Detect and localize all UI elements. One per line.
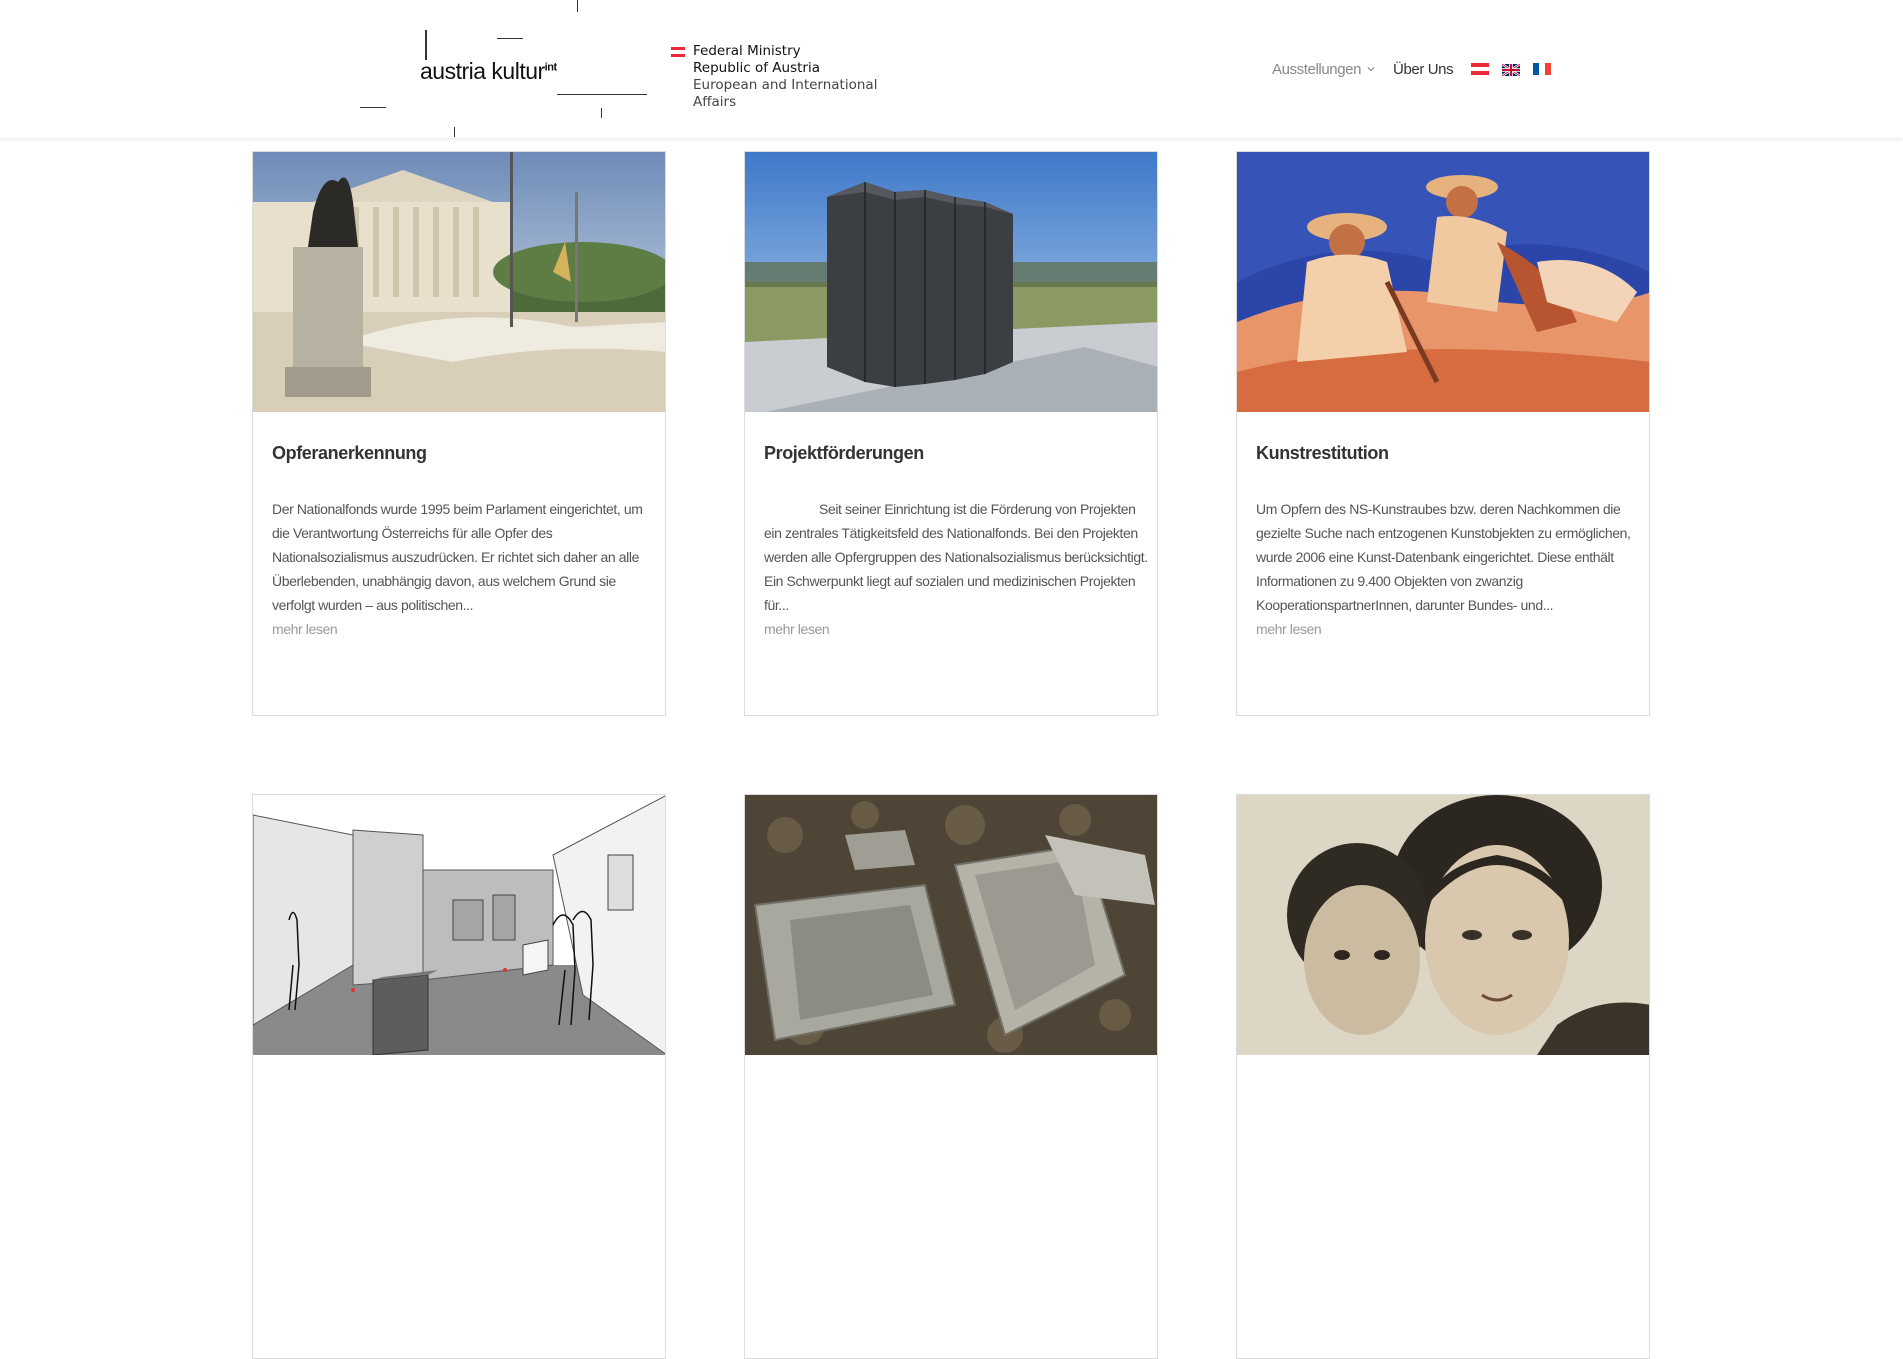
austria-flag-icon [671,47,685,57]
site-logo[interactable]: austria kulturint [355,0,675,138]
logo-line [360,107,386,108]
card-excerpt-text: Um Opfern des NS-Kunstraubes bzw. deren … [1256,501,1631,613]
ministry-line: European and International [693,77,878,93]
logo-line [557,94,647,95]
nav-item-label: Über Uns [1393,60,1454,78]
read-more-link[interactable]: mehr lesen [272,617,657,641]
logo-line [577,0,578,12]
card-excerpt-text: Der Nationalfonds wurde 1995 beim Parlam… [272,501,643,613]
painting-image [1237,152,1649,412]
logo-line [497,38,523,39]
card-excerpt-text: Seit seiner Einrichtung ist die Förderun… [764,501,1148,613]
uk-flag-icon[interactable] [1501,63,1521,77]
card-title[interactable]: Projektförderungen [764,443,924,464]
logo-wordmark: austria kulturint [420,58,557,85]
card-gravestones[interactable] [744,794,1158,1359]
exhibition-sketch-image [253,795,665,1055]
nav-item-ueber-uns[interactable]: Über Uns [1393,60,1454,78]
ministry-line: Federal Ministry [693,43,801,59]
card-title[interactable]: Opferanerkennung [272,443,427,464]
card-opferanerkennung[interactable]: Opferanerkennung Der Nationalfonds wurde… [252,151,666,716]
read-more-link[interactable]: mehr lesen [764,617,1149,641]
card-image[interactable] [745,152,1157,412]
logo-line [454,127,455,137]
card-excerpt: Seit seiner Einrichtung ist die Förderun… [764,497,1149,641]
card-excerpt: Um Opfern des NS-Kunstraubes bzw. deren … [1256,497,1641,641]
card-image[interactable] [253,795,665,1055]
card-portrait[interactable] [1236,794,1650,1359]
card-excerpt: Der Nationalfonds wurde 1995 beim Parlam… [272,497,657,641]
main-nav: Ausstellungen Über Uns [1272,58,1564,80]
austria-flag-icon[interactable] [1471,63,1490,75]
card-image[interactable] [1237,152,1649,412]
card-title[interactable]: Kunstrestitution [1256,443,1389,464]
parliament-image [253,152,665,412]
site-header: austria kulturint Federal Ministry Repub… [0,0,1903,138]
card-image[interactable] [1237,795,1649,1055]
card-image[interactable] [253,152,665,412]
card-projektfoerderungen[interactable]: Projektförderungen Seit seiner Einrichtu… [744,151,1158,716]
logo-line [601,108,602,118]
logo-text: austria kultur [420,58,545,84]
ministry-line: Republic of Austria [693,60,820,76]
chevron-down-icon [1367,67,1375,72]
nav-item-ausstellungen[interactable]: Ausstellungen [1272,61,1375,78]
card-image[interactable] [745,795,1157,1055]
memorial-image [745,152,1157,412]
card-exhibition[interactable] [252,794,666,1359]
logo-superscript: int [544,61,557,74]
gravestones-image [745,795,1157,1055]
portrait-image [1237,795,1649,1055]
ministry-line: Affairs [693,94,737,110]
card-kunstrestitution[interactable]: Kunstrestitution Um Opfern des NS-Kunstr… [1236,151,1650,716]
france-flag-icon[interactable] [1533,63,1552,75]
read-more-link[interactable]: mehr lesen [1256,617,1641,641]
nav-item-label: Ausstellungen [1272,60,1362,78]
logo-line [425,30,427,60]
